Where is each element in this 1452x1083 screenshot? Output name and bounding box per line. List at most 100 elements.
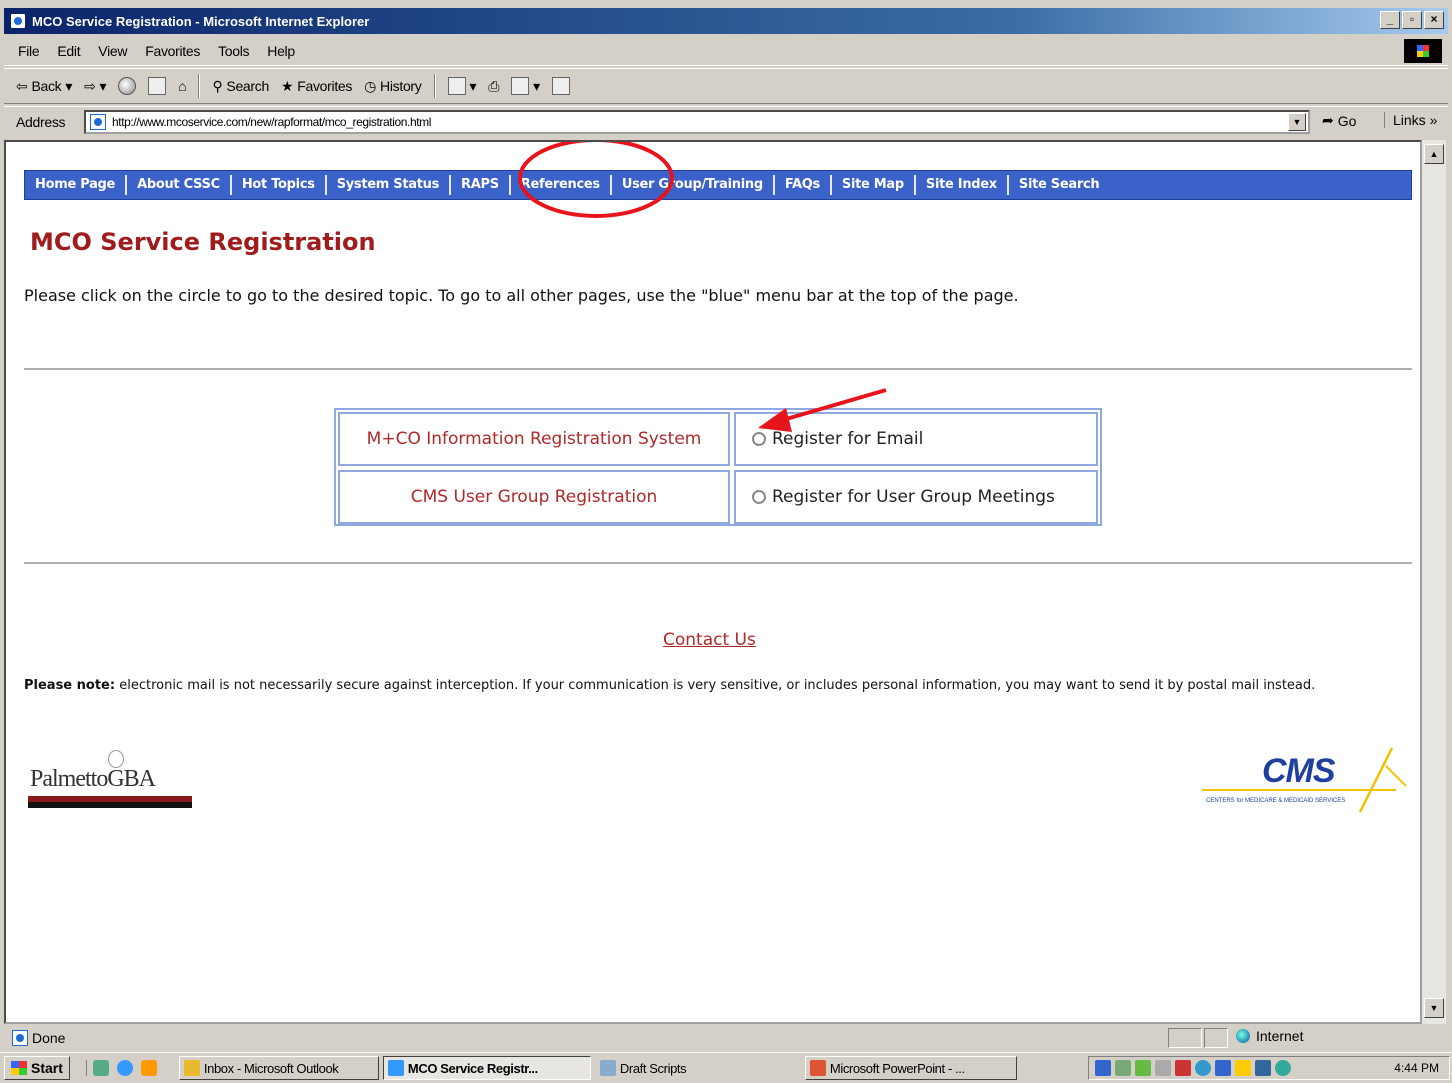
- register-email-option[interactable]: Register for Email: [734, 412, 1098, 466]
- nav-hot-topics[interactable]: Hot Topics: [232, 175, 327, 195]
- toolbar-separator: [433, 74, 436, 98]
- cms-logo-text: CMS: [1262, 752, 1336, 790]
- cms-logo-subtext: CENTERS for MEDICARE & MEDICAID SERVICES: [1206, 798, 1346, 804]
- clock[interactable]: 4:44 PM: [1394, 1061, 1439, 1075]
- desktop-icon[interactable]: [92, 1060, 109, 1076]
- blue-menu-bar: Home Page About CSSC Hot Topics System S…: [24, 170, 1412, 200]
- scroll-down-button[interactable]: ▼: [1424, 998, 1444, 1018]
- dropdown-arrow-icon: ▾: [65, 77, 73, 94]
- stop-button[interactable]: [118, 77, 137, 95]
- task-draft-scripts[interactable]: Draft Scripts: [595, 1056, 795, 1080]
- print-button[interactable]: ⎙: [488, 78, 499, 95]
- task-label: Inbox - Microsoft Outlook: [203, 1060, 339, 1076]
- page-title: MCO Service Registration: [30, 228, 376, 256]
- maximize-button[interactable]: ▫: [1402, 11, 1422, 29]
- vertical-scrollbar[interactable]: ▲ ▼: [1422, 140, 1446, 1024]
- forward-button[interactable]: ⇨ ▾: [84, 78, 106, 95]
- mail-button[interactable]: ▾: [447, 77, 477, 95]
- scroll-up-button[interactable]: ▲: [1424, 144, 1444, 164]
- search-icon: ⚲: [212, 77, 223, 94]
- search-button[interactable]: ⚲ Search: [212, 78, 269, 95]
- back-button[interactable]: ⇦ Back ▾: [16, 78, 72, 95]
- word-icon: [511, 77, 530, 95]
- palmetto-gba-logo: PalmettoGBA: [28, 750, 196, 814]
- nav-user-group-training[interactable]: User Group/Training: [612, 175, 775, 195]
- status-text: Done: [8, 1030, 65, 1046]
- ie-quicklaunch-icon[interactable]: [116, 1060, 133, 1076]
- edit-button[interactable]: ▾: [511, 77, 540, 95]
- home-button[interactable]: ⌂: [178, 78, 186, 94]
- tray-icon[interactable]: [1115, 1060, 1131, 1076]
- security-zone: Internet: [1236, 1028, 1303, 1044]
- tray-icon[interactable]: [1235, 1060, 1251, 1076]
- links-button[interactable]: Links »: [1384, 112, 1437, 128]
- address-input[interactable]: http://www.mcoservice.com/new/rapformat/…: [84, 110, 1310, 134]
- register-user-group-option[interactable]: Register for User Group Meetings: [734, 470, 1098, 524]
- radio-label: Register for Email: [772, 429, 924, 449]
- tray-icon[interactable]: [1135, 1060, 1151, 1076]
- table-cell-label: M+CO Information Registration System: [338, 412, 730, 466]
- menu-help[interactable]: Help: [267, 43, 295, 59]
- register-email-radio[interactable]: [752, 432, 766, 446]
- divider: [24, 368, 1412, 370]
- tray-icon[interactable]: [1095, 1060, 1111, 1076]
- tray-icon[interactable]: [1255, 1060, 1271, 1076]
- menu-view[interactable]: View: [98, 43, 127, 59]
- annotation-layer: [518, 142, 887, 432]
- page-icon: [12, 1030, 28, 1046]
- nav-system-status[interactable]: System Status: [327, 175, 452, 195]
- register-user-group-radio[interactable]: [752, 490, 766, 504]
- address-dropdown-button[interactable]: ▼: [1288, 113, 1306, 131]
- ie-icon: [387, 1060, 404, 1076]
- menu-favorites[interactable]: Favorites: [145, 43, 200, 59]
- menu-file[interactable]: File: [18, 43, 40, 59]
- close-button[interactable]: ×: [1424, 11, 1444, 29]
- ie-icon: [10, 13, 26, 29]
- title-bar[interactable]: MCO Service Registration - Microsoft Int…: [4, 8, 1448, 34]
- favorites-label: Favorites: [297, 78, 353, 94]
- refresh-button[interactable]: [148, 77, 167, 95]
- menu-edit[interactable]: Edit: [57, 43, 80, 59]
- windows-logo-icon: [1404, 39, 1442, 63]
- menu-bar: File Edit View Favorites Tools Help: [4, 36, 1448, 66]
- system-tray: 4:44 PM: [1088, 1056, 1450, 1080]
- volume-icon[interactable]: [1155, 1060, 1171, 1076]
- note-label: Please note:: [24, 678, 116, 693]
- tray-icon[interactable]: [1195, 1060, 1211, 1076]
- contact-us-link[interactable]: Contact Us: [663, 630, 756, 650]
- nav-site-index[interactable]: Site Index: [916, 175, 1009, 195]
- nav-site-search[interactable]: Site Search: [1009, 175, 1109, 195]
- table-cell-label: CMS User Group Registration: [338, 470, 730, 524]
- windows-flag-icon: [11, 1061, 27, 1075]
- history-button[interactable]: ◷ History: [364, 78, 422, 95]
- back-label: Back: [31, 78, 62, 94]
- nav-home-page[interactable]: Home Page: [25, 175, 128, 195]
- minimize-button[interactable]: _: [1380, 11, 1400, 29]
- discuss-button[interactable]: [551, 77, 570, 95]
- start-button[interactable]: Start: [4, 1056, 70, 1080]
- go-button[interactable]: ➦ Go: [1322, 112, 1356, 129]
- nav-references[interactable]: References: [511, 175, 612, 195]
- favorites-button[interactable]: ★ Favorites: [281, 78, 352, 95]
- nav-raps[interactable]: RAPS: [451, 175, 511, 195]
- globe-icon: [1236, 1029, 1250, 1043]
- search-label: Search: [226, 78, 269, 94]
- favorites-icon: ★: [280, 77, 294, 94]
- media-player-icon[interactable]: [140, 1060, 157, 1076]
- cms-logo: CMS CENTERS for MEDICARE & MEDICAID SERV…: [1200, 746, 1406, 816]
- nav-faqs[interactable]: FAQs: [775, 175, 832, 195]
- task-ie[interactable]: MCO Service Registr...: [382, 1056, 591, 1080]
- tray-icon[interactable]: [1215, 1060, 1231, 1076]
- task-label: Draft Scripts: [619, 1060, 687, 1076]
- nav-site-map[interactable]: Site Map: [832, 175, 916, 195]
- nav-about-cssc[interactable]: About CSSC: [127, 175, 232, 195]
- tray-icon[interactable]: [1175, 1060, 1191, 1076]
- tray-icon[interactable]: [1275, 1060, 1291, 1076]
- note-text: electronic mail is not necessarily secur…: [115, 678, 1316, 693]
- mail-icon: [447, 77, 466, 95]
- task-powerpoint[interactable]: Microsoft PowerPoint - ...: [804, 1056, 1017, 1080]
- discuss-icon: [551, 77, 570, 95]
- menu-tools[interactable]: Tools: [218, 43, 249, 59]
- status-cell: [1168, 1028, 1202, 1048]
- task-outlook[interactable]: Inbox - Microsoft Outlook: [178, 1056, 379, 1080]
